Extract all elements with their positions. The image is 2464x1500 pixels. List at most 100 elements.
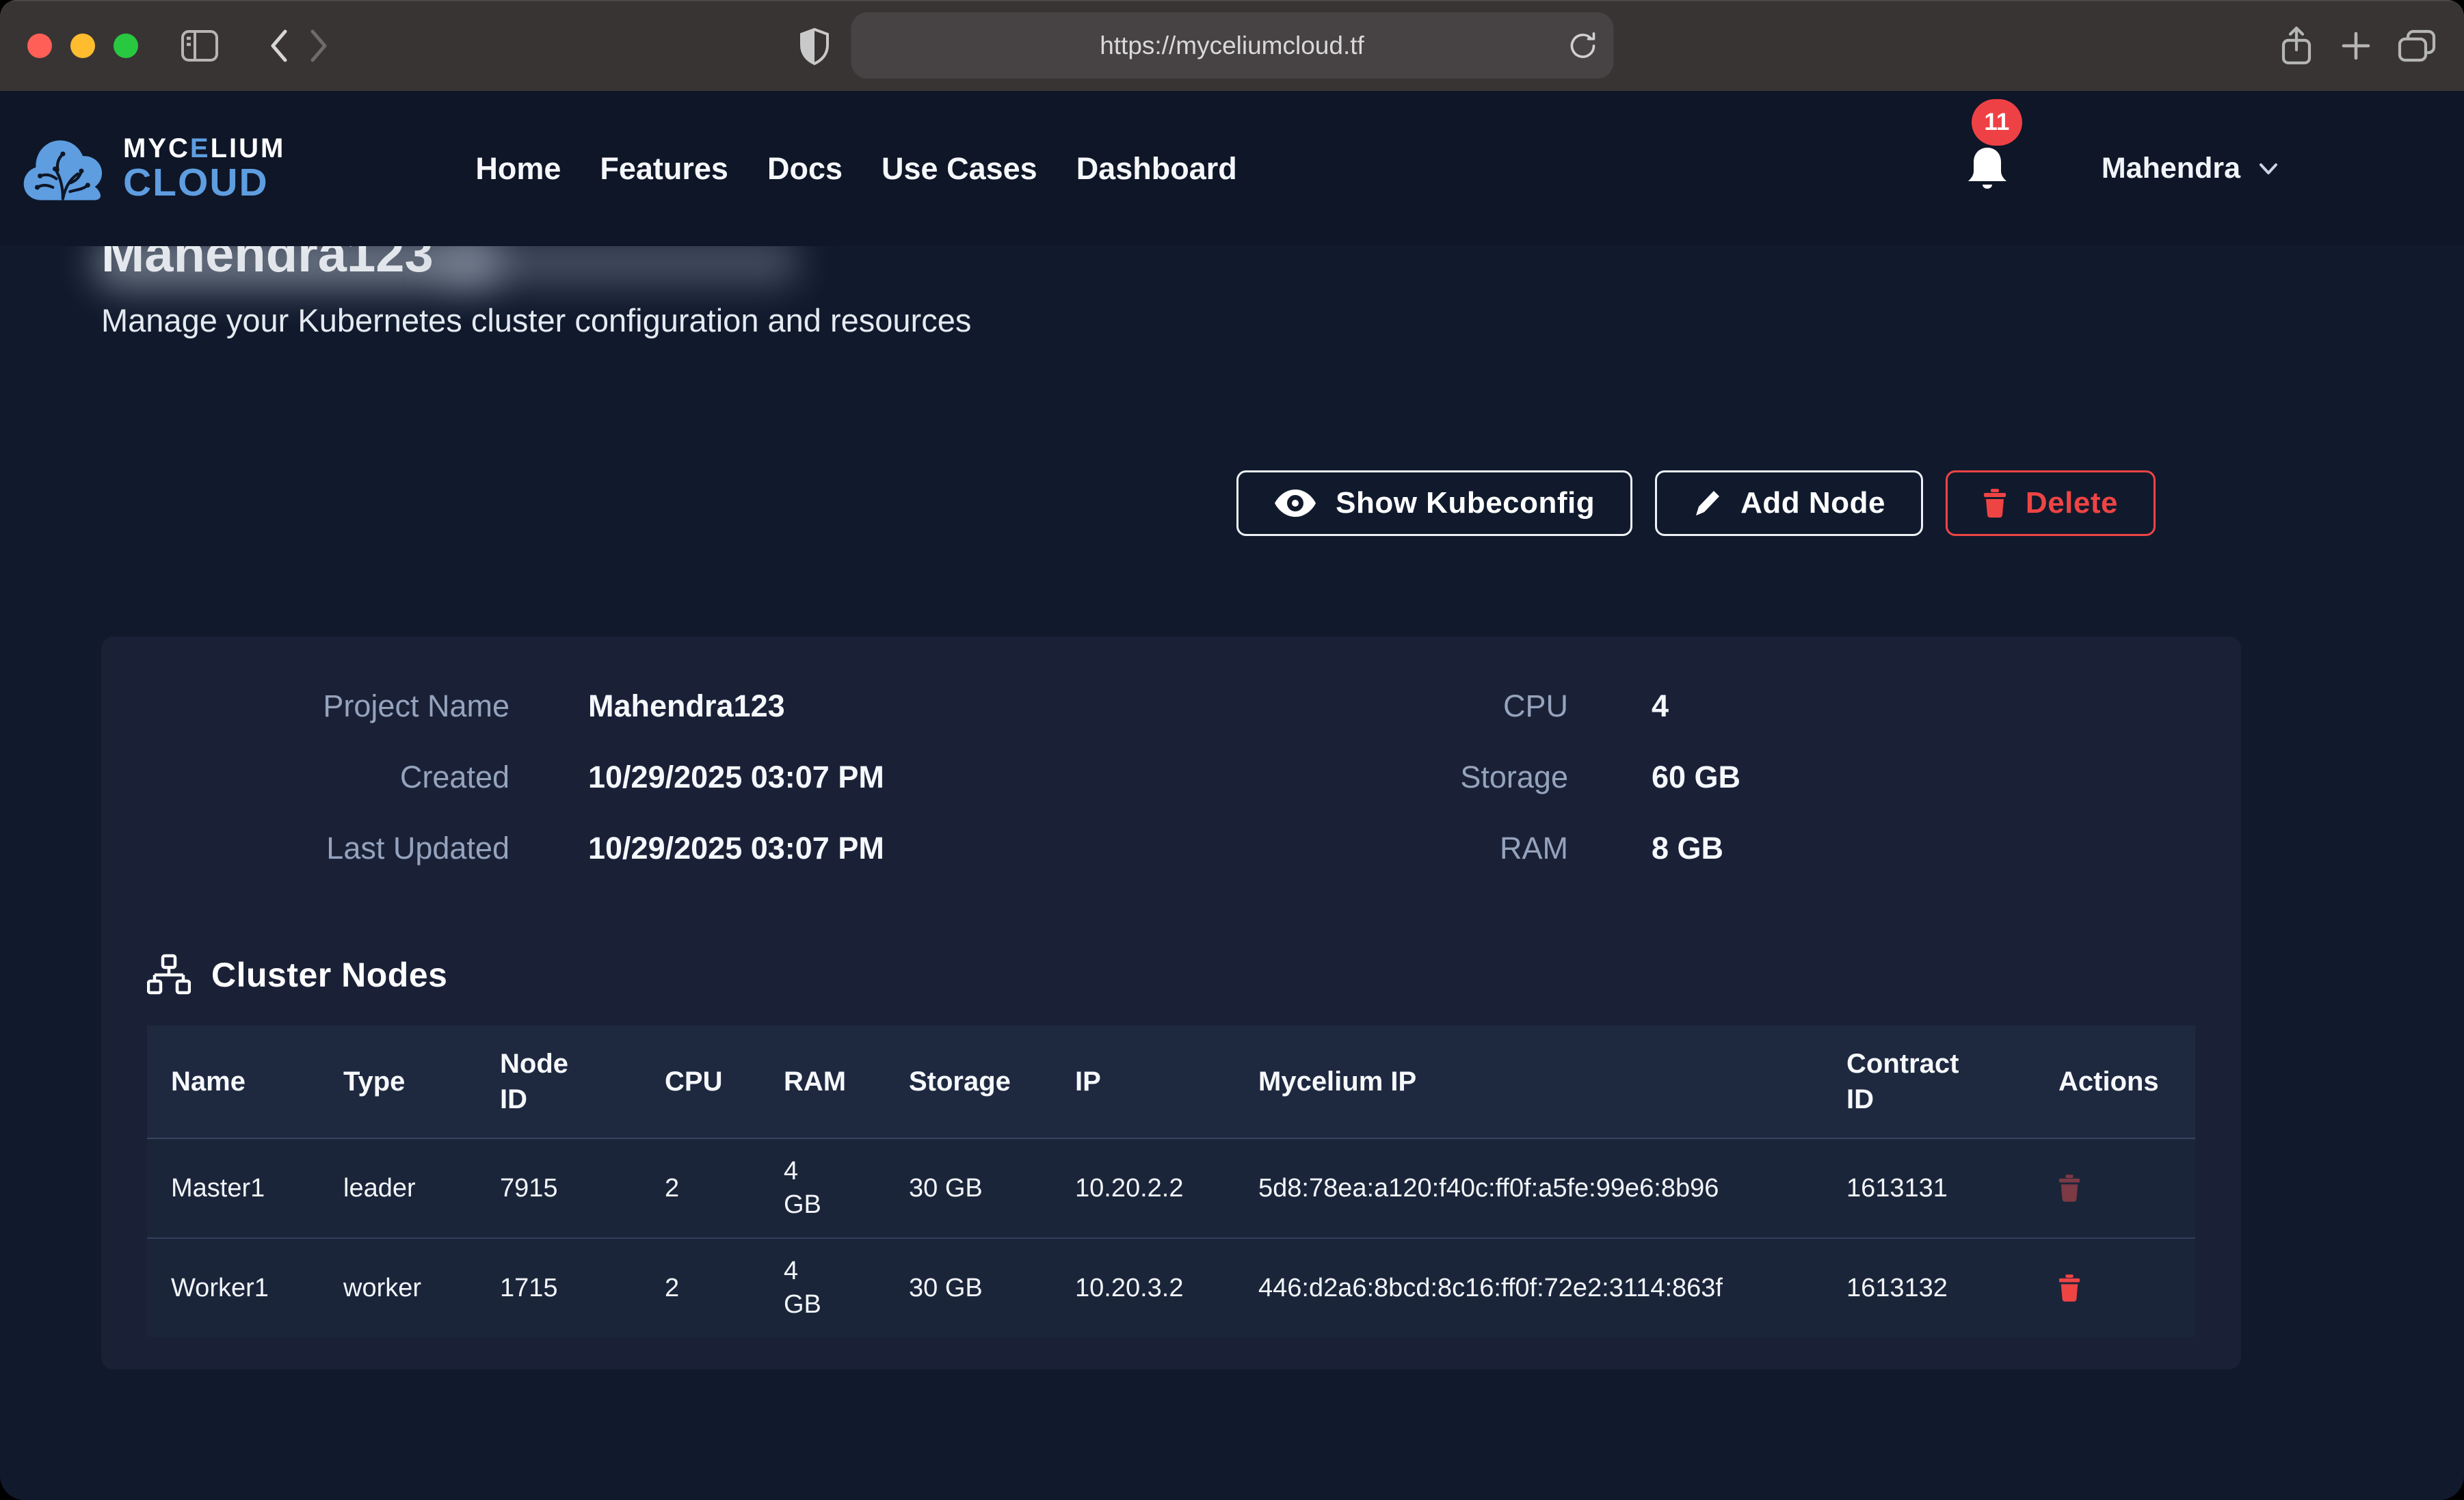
- node-ram: 4 GB: [760, 1238, 885, 1337]
- cloud-logo-icon: [21, 133, 108, 204]
- cpu-value: 4: [1568, 671, 2195, 742]
- col-type: Type: [319, 1026, 476, 1138]
- sidebar-toggle-icon[interactable]: [181, 29, 219, 62]
- node-type: worker: [319, 1238, 476, 1337]
- logo-line2: CLOUD: [123, 163, 285, 202]
- trash-icon: [2058, 1274, 2080, 1302]
- node-storage: 30 GB: [885, 1238, 1051, 1337]
- table-row: Master1 leader 7915 2 4 GB 30 GB 10.20.2…: [147, 1138, 2195, 1238]
- node-ram: 4 GB: [760, 1138, 885, 1238]
- show-kubeconfig-label: Show Kubeconfig: [1336, 486, 1595, 520]
- logo-line1: MYCELIUM: [123, 135, 285, 162]
- nav-item-docs[interactable]: Docs: [767, 151, 843, 187]
- bell-icon: [1966, 145, 2009, 193]
- cluster-nodes-heading: Cluster Nodes: [147, 954, 2195, 996]
- chevron-down-icon: [2258, 161, 2279, 176]
- cluster-toolbar: Show Kubeconfig Add Node Delete: [101, 470, 2156, 536]
- user-menu[interactable]: Mahendra: [2102, 152, 2279, 185]
- cluster-nodes-title: Cluster Nodes: [211, 955, 447, 995]
- project-name-value: Mahendra123: [509, 671, 1363, 742]
- delete-node-button[interactable]: [2058, 1175, 2080, 1202]
- delete-cluster-button[interactable]: Delete: [1946, 470, 2156, 536]
- col-contract-id: Contract ID: [1823, 1026, 2035, 1138]
- nav-item-use-cases[interactable]: Use Cases: [882, 151, 1037, 187]
- node-storage: 30 GB: [885, 1138, 1051, 1238]
- site-header: MYCELIUM CLOUD Home Features Docs Use Ca…: [0, 91, 2464, 246]
- new-tab-icon[interactable]: [2340, 29, 2372, 62]
- col-storage: Storage: [885, 1026, 1051, 1138]
- col-actions: Actions: [2035, 1026, 2195, 1138]
- node-ip: 10.20.2.2: [1051, 1138, 1234, 1238]
- node-actions: [2035, 1138, 2195, 1238]
- node-contract-id: 1613132: [1823, 1238, 2035, 1337]
- delete-label: Delete: [2026, 486, 2118, 520]
- cluster-nodes-icon: [147, 954, 191, 996]
- zoom-window-button[interactable]: [114, 34, 138, 58]
- node-mycelium-ip: 446:d2a6:8bcd:8c16:ff0f:72e2:3114:863f: [1234, 1238, 1823, 1337]
- privacy-shield-icon[interactable]: [799, 27, 830, 66]
- node-cpu: 2: [641, 1138, 760, 1238]
- tab-overview-icon[interactable]: [2397, 29, 2437, 63]
- col-cpu: CPU: [641, 1026, 760, 1138]
- col-ram: RAM: [760, 1026, 885, 1138]
- logo-text: MYCELIUM CLOUD: [123, 135, 285, 202]
- window-controls: [27, 34, 138, 58]
- main-nav: Home Features Docs Use Cases Dashboard: [475, 151, 1236, 187]
- trash-icon: [1983, 489, 2006, 518]
- mycelium-cloud-logo[interactable]: MYCELIUM CLOUD: [21, 133, 285, 204]
- delete-node-button[interactable]: [2058, 1274, 2080, 1302]
- node-contract-id: 1613131: [1823, 1138, 2035, 1238]
- node-name: Worker1: [147, 1238, 319, 1337]
- cpu-label: CPU: [1363, 671, 1568, 742]
- col-node-id: Node ID: [476, 1026, 641, 1138]
- node-mycelium-ip: 5d8:78ea:a120:f40c:ff0f:a5fe:99e6:8b96: [1234, 1138, 1823, 1238]
- trash-icon: [2058, 1175, 2080, 1202]
- project-name-label: Project Name: [147, 671, 509, 742]
- created-value: 10/29/2025 03:07 PM: [509, 742, 1363, 813]
- created-label: Created: [147, 742, 509, 813]
- content: Mahendra123 Manage your Kubernetes clust…: [0, 246, 2464, 1500]
- ram-label: RAM: [1363, 813, 1568, 884]
- refresh-icon[interactable]: [1567, 30, 1598, 62]
- page-subtitle: Manage your Kubernetes cluster configura…: [101, 301, 2464, 340]
- nav-item-home[interactable]: Home: [475, 151, 561, 187]
- share-icon[interactable]: [2279, 25, 2314, 66]
- page: MYCELIUM CLOUD Home Features Docs Use Ca…: [0, 91, 2464, 1500]
- nav-item-features[interactable]: Features: [600, 151, 728, 187]
- node-ip: 10.20.3.2: [1051, 1238, 1234, 1337]
- address-bar[interactable]: https://myceliumcloud.tf: [851, 12, 1613, 79]
- col-mycelium-ip: Mycelium IP: [1234, 1026, 1823, 1138]
- table-header-row: Name Type Node ID CPU RAM Storage IP Myc…: [147, 1026, 2195, 1138]
- cluster-nodes-table: Name Type Node ID CPU RAM Storage IP Myc…: [147, 1026, 2195, 1337]
- nav-item-dashboard[interactable]: Dashboard: [1076, 151, 1237, 187]
- eye-icon: [1274, 488, 1316, 518]
- node-id: 1715: [476, 1238, 641, 1337]
- last-updated-label: Last Updated: [147, 813, 509, 884]
- minimize-window-button[interactable]: [70, 34, 95, 58]
- col-name: Name: [147, 1026, 319, 1138]
- add-node-button[interactable]: Add Node: [1655, 470, 1923, 536]
- notification-count-badge: 11: [1972, 99, 2022, 146]
- cluster-details-card: Project Name Mahendra123 CPU 4 Created 1…: [101, 637, 2241, 1369]
- last-updated-value: 10/29/2025 03:07 PM: [509, 813, 1363, 884]
- node-actions: [2035, 1238, 2195, 1337]
- add-node-label: Add Node: [1740, 486, 1885, 520]
- node-id: 7915: [476, 1138, 641, 1238]
- notifications-button[interactable]: 11: [1966, 142, 2011, 196]
- show-kubeconfig-button[interactable]: Show Kubeconfig: [1236, 470, 1632, 536]
- cluster-details-grid: Project Name Mahendra123 CPU 4 Created 1…: [147, 671, 2195, 884]
- back-icon[interactable]: [269, 29, 289, 63]
- url-text: https://myceliumcloud.tf: [1100, 31, 1364, 60]
- col-ip: IP: [1051, 1026, 1234, 1138]
- browser-chrome: https://myceliumcloud.tf: [0, 0, 2464, 91]
- storage-label: Storage: [1363, 742, 1568, 813]
- browser-window: https://myceliumcloud.tf: [0, 0, 2464, 1500]
- table-row: Worker1 worker 1715 2 4 GB 30 GB 10.20.3…: [147, 1238, 2195, 1337]
- storage-value: 60 GB: [1568, 742, 2195, 813]
- node-name: Master1: [147, 1138, 319, 1238]
- node-cpu: 2: [641, 1238, 760, 1337]
- ram-value: 8 GB: [1568, 813, 2195, 884]
- forward-icon[interactable]: [309, 29, 328, 63]
- pencil-icon: [1693, 488, 1721, 518]
- close-window-button[interactable]: [27, 34, 52, 58]
